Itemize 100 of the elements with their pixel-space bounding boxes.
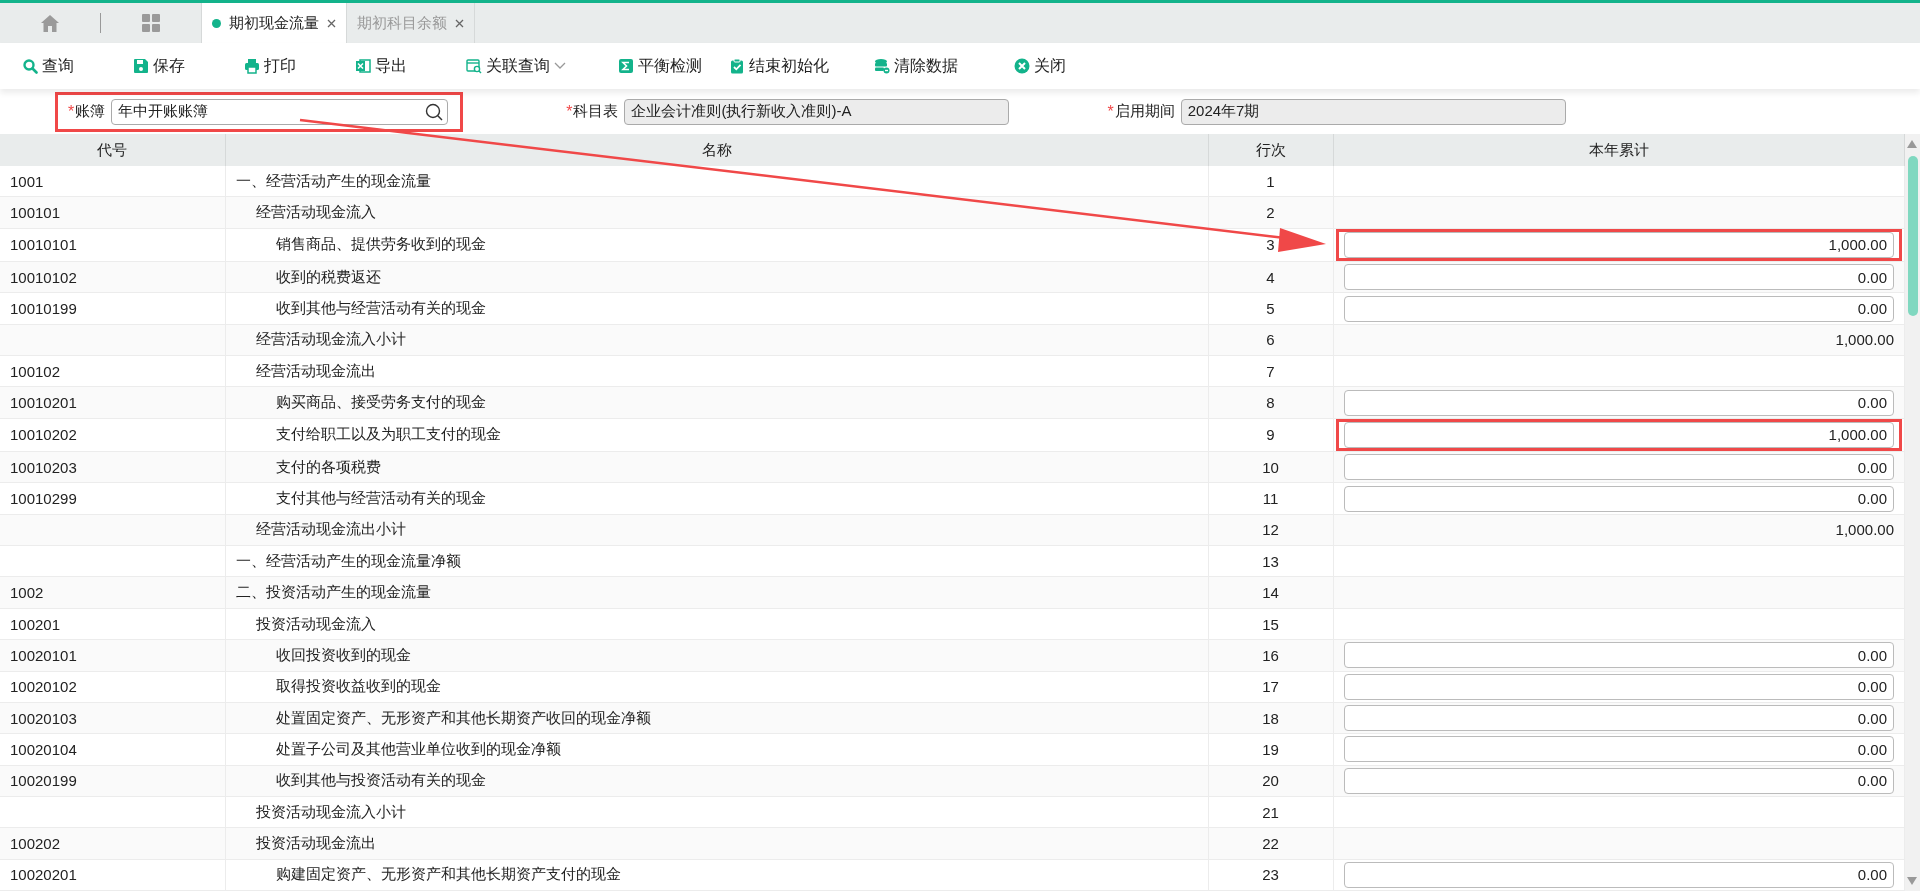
required-mark: * (566, 102, 573, 121)
amount-field[interactable]: 0.00 (1343, 673, 1894, 700)
line-number: 1 (1266, 172, 1275, 190)
amount-field[interactable]: 0.00 (1343, 736, 1894, 763)
code-text: 10010299 (10, 490, 77, 508)
item-name: 处置固定资产、无形资产和其他长期资产收回的现金净额 (274, 708, 651, 728)
line-number: 11 (1262, 490, 1279, 508)
field-label: 启用期间 (1114, 102, 1175, 121)
line-number: 3 (1266, 236, 1275, 254)
code-text: 10020102 (10, 678, 77, 696)
code-text: 10020103 (10, 709, 77, 727)
status-dot (212, 18, 221, 28)
amount-field[interactable]: 0.00 (1343, 642, 1894, 669)
chevron-down-icon (554, 62, 566, 70)
sigma-icon (618, 58, 634, 74)
line-number: 13 (1262, 552, 1279, 570)
column-header: 本年累计 (1333, 134, 1905, 166)
line-number: 22 (1262, 834, 1279, 852)
close-icon[interactable] (327, 18, 336, 28)
magnifier-window-icon (466, 58, 482, 74)
amount-field[interactable]: 0.00 (1343, 705, 1894, 732)
toolbar-button[interactable]: 清除数据 (874, 55, 1014, 77)
line-number: 20 (1262, 772, 1279, 790)
amount-field[interactable]: 0.00 (1343, 861, 1894, 888)
toolbar-button[interactable]: 打印 (244, 55, 355, 77)
item-name: 处置子公司及其他营业单位收到的现金净额 (274, 739, 561, 759)
code-text: 100202 (10, 834, 61, 852)
toolbar-button[interactable]: 保存 (133, 55, 244, 77)
code-text: 100102 (10, 362, 61, 380)
line-number: 21 (1262, 803, 1279, 821)
line-number: 9 (1266, 426, 1275, 444)
amount-field[interactable]: 1,000.00 (1343, 231, 1894, 258)
code-text: 10020199 (10, 772, 77, 790)
toolbar-button[interactable]: 平衡检测 (618, 55, 729, 77)
line-number: 6 (1266, 331, 1275, 349)
code-text: 1001 (10, 172, 44, 190)
scrollbar[interactable] (1905, 134, 1920, 891)
item-name: 收到其他与投资活动有关的现金 (274, 771, 486, 791)
amount-field[interactable]: 0.00 (1343, 264, 1894, 291)
line-number: 2 (1266, 204, 1275, 221)
item-name: 收回投资收到的现金 (274, 645, 411, 665)
search-field[interactable]: 年中开账账簿 (111, 98, 449, 125)
line-number: 5 (1266, 300, 1275, 318)
item-name: 购建固定资产、无形资产和其他长期资产支付的现金 (274, 865, 621, 885)
item-name: 支付的各项税费 (274, 457, 381, 477)
amount-field[interactable]: 0.00 (1343, 767, 1894, 794)
toolbar-button[interactable]: 关闭 (1014, 55, 1125, 77)
line-number: 18 (1262, 709, 1279, 727)
line-number: 19 (1262, 740, 1279, 758)
amount-field[interactable]: 1,000.00 (1343, 421, 1894, 448)
item-name: 二、投资活动产生的现金流量 (235, 583, 431, 603)
line-number: 8 (1266, 394, 1275, 412)
item-name: 收到的税费返还 (274, 267, 381, 287)
amount-text: 1,000.00 (1835, 521, 1894, 539)
line-number: 4 (1266, 268, 1275, 286)
item-name: 经营活动现金流入小计 (254, 330, 406, 350)
toolbar-button[interactable]: 导出 (355, 55, 466, 77)
amount-field[interactable]: 0.00 (1343, 485, 1894, 512)
item-name: 收到其他与经营活动有关的现金 (274, 299, 486, 319)
tab[interactable]: 期初现金流量 (201, 3, 347, 43)
toolbar-button[interactable]: 关联查询 (466, 55, 618, 77)
required-mark: * (68, 102, 75, 121)
code-text: 10010101 (10, 236, 77, 254)
amount-field[interactable]: 0.00 (1343, 454, 1894, 481)
line-number: 23 (1262, 866, 1279, 884)
code-text: 10010201 (10, 394, 77, 412)
amount-field[interactable]: 0.00 (1343, 389, 1894, 416)
amount-field[interactable]: 0.00 (1343, 295, 1894, 322)
item-name: 支付给职工以及为职工支付的现金 (274, 425, 501, 445)
database-icon (874, 58, 890, 74)
line-number: 15 (1262, 615, 1279, 633)
column-header: 代号 (0, 134, 225, 166)
search-icon (22, 58, 38, 74)
line-number: 17 (1262, 678, 1279, 696)
printer-icon (244, 58, 260, 74)
item-name: 取得投资收益收到的现金 (274, 677, 441, 697)
code-text: 100201 (10, 615, 61, 633)
item-name: 支付其他与经营活动有关的现金 (274, 489, 486, 509)
code-text: 10020101 (10, 646, 77, 664)
toolbar-button[interactable]: 查询 (22, 55, 133, 77)
item-name: 购买商品、接受劳务支付的现金 (274, 393, 486, 413)
code-text: 10010203 (10, 458, 77, 476)
spreadsheet-icon (355, 58, 371, 74)
line-number: 14 (1262, 584, 1279, 602)
field-label: 账簿 (75, 102, 106, 121)
item-name: 投资活动现金流出 (254, 833, 376, 853)
item-name: 销售商品、提供劳务收到的现金 (274, 235, 486, 255)
code-text: 10010199 (10, 300, 77, 318)
amount-text: 1,000.00 (1835, 331, 1894, 349)
item-name: 经营活动现金流入 (254, 203, 376, 222)
close-icon[interactable] (455, 18, 464, 28)
line-number: 7 (1266, 362, 1275, 380)
clipboard-check-icon (729, 58, 745, 74)
required-mark: * (1107, 102, 1114, 121)
item-name: 投资活动现金流入小计 (254, 802, 406, 822)
code-text: 10020104 (10, 740, 77, 758)
field-label: 科目表 (573, 102, 619, 121)
item-name: 一、经营活动产生的现金流量净额 (235, 551, 461, 571)
toolbar-button[interactable]: 结束初始化 (729, 55, 874, 77)
search-icon[interactable] (425, 102, 444, 121)
